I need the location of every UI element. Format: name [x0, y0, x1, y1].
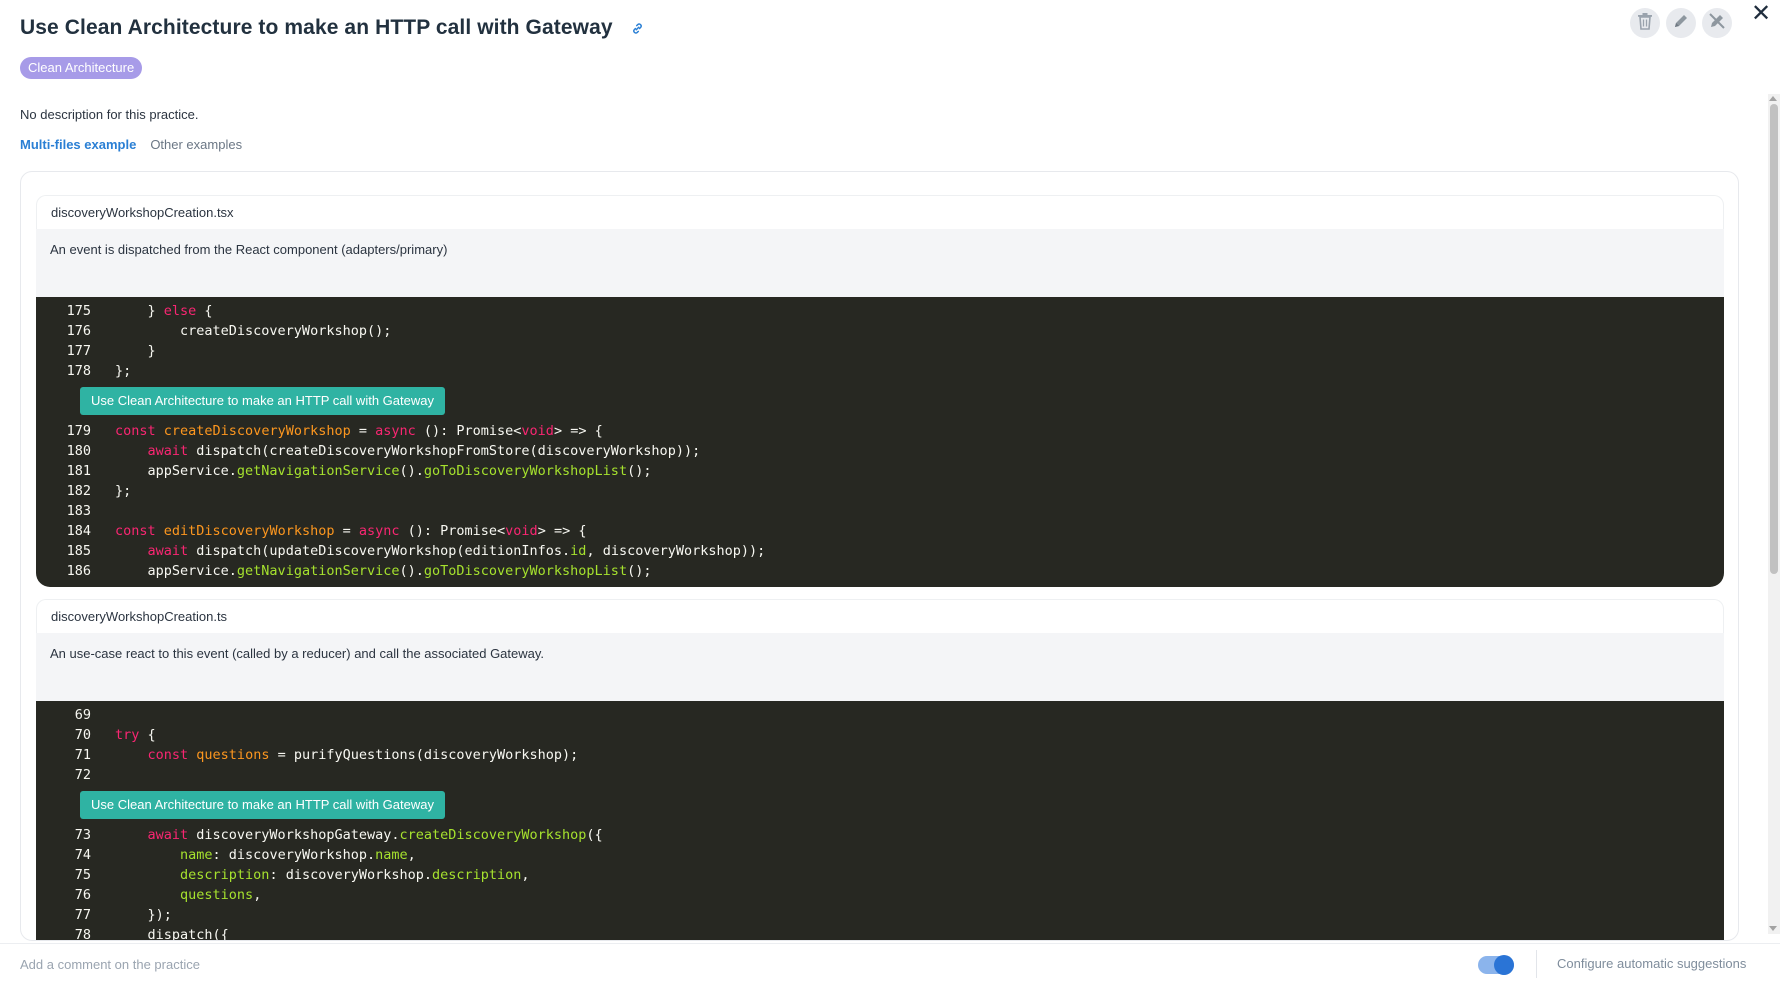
tab-other-examples[interactable]: Other examples	[150, 137, 242, 152]
page-title: Use Clean Architecture to make an HTTP c…	[20, 16, 613, 39]
code-line: 181 appService.getNavigationService().go…	[66, 463, 652, 479]
code-line: 70 try {	[74, 727, 156, 743]
code-line: 76 questions,	[74, 887, 262, 903]
file-block: discoveryWorkshopCreation.ts An use-case…	[36, 599, 1724, 941]
code-line: 179 const createDiscoveryWorkshop = async…	[66, 423, 603, 439]
code-line: 176 createDiscoveryWorkshop();	[66, 323, 392, 339]
code-line: 182};	[66, 483, 132, 499]
code-line: 75 description: discoveryWorkshop.descri…	[74, 867, 530, 883]
code-line: 78 dispatch({	[74, 927, 229, 941]
scroll-down-arrow[interactable]	[1769, 926, 1777, 931]
link-icon[interactable]	[629, 19, 647, 37]
practice-badge[interactable]: Use Clean Architecture to make an HTTP c…	[80, 387, 445, 415]
examples-panel: discoveryWorkshopCreation.tsx An event i…	[20, 171, 1739, 941]
divider	[1536, 950, 1537, 978]
disable-button[interactable]	[1702, 8, 1732, 38]
practice-badge-row: Use Clean Architecture to make an HTTP c…	[36, 381, 1724, 421]
scroll-up-arrow[interactable]	[1769, 96, 1777, 101]
close-icon: ✕	[1750, 0, 1772, 27]
practice-description: No description for this practice.	[20, 107, 199, 122]
comment-input[interactable]	[20, 953, 620, 975]
file-note: An use-case react to this event (called …	[36, 633, 1724, 701]
code-line: 69	[74, 707, 91, 723]
header-actions	[1630, 8, 1732, 38]
code-line: 77 });	[74, 907, 172, 923]
close-button[interactable]: ✕	[1748, 0, 1774, 27]
practice-badge[interactable]: Use Clean Architecture to make an HTTP c…	[80, 791, 445, 819]
pencil-icon	[1672, 12, 1690, 35]
example-tabs: Multi-files example Other examples	[20, 137, 242, 152]
code-line: 72	[74, 767, 91, 783]
file-name: discoveryWorkshopCreation.tsx	[36, 195, 1724, 229]
code-block: 175 } else { 176 createDiscoveryWorkshop…	[36, 297, 1724, 587]
trash-icon	[1637, 12, 1653, 35]
configure-suggestions-link[interactable]: Configure automatic suggestions	[1557, 956, 1746, 971]
code-line: 71 const questions = purifyQuestions(dis…	[74, 747, 579, 763]
category-tag[interactable]: Clean Architecture	[20, 57, 143, 79]
code-line: 184 const editDiscoveryWorkshop = async (…	[66, 523, 587, 539]
code-line: 175 } else {	[66, 303, 213, 319]
scrollbar-thumb[interactable]	[1770, 104, 1778, 574]
code-line: 186 appService.getNavigationService().go…	[66, 563, 652, 579]
code-line: 180 await dispatch(createDiscoveryWorksh…	[66, 443, 701, 459]
code-line: 185 await dispatch(updateDiscoveryWorksh…	[66, 543, 766, 559]
code-line: 178};	[66, 363, 132, 379]
tab-multi-files-example[interactable]: Multi-files example	[20, 137, 136, 152]
file-name: discoveryWorkshopCreation.ts	[36, 599, 1724, 633]
delete-button[interactable]	[1630, 8, 1660, 38]
code-line: 183	[66, 503, 91, 519]
code-block: 69 70 try { 71 const questions = purifyQu…	[36, 701, 1724, 941]
practice-badge-row: Use Clean Architecture to make an HTTP c…	[36, 785, 1724, 825]
file-note: An event is dispatched from the React co…	[36, 229, 1724, 297]
header: Use Clean Architecture to make an HTTP c…	[20, 8, 1740, 48]
code-line: 73 await discoveryWorkshopGateway.create…	[74, 827, 603, 843]
code-line: 74 name: discoveryWorkshop.name,	[74, 847, 416, 863]
toggle-knob	[1494, 955, 1514, 975]
edit-button[interactable]	[1666, 8, 1696, 38]
pencil-off-icon	[1708, 12, 1726, 35]
footer: Configure automatic suggestions	[0, 943, 1780, 983]
code-line: 177 }	[66, 343, 156, 359]
file-block: discoveryWorkshopCreation.tsx An event i…	[36, 195, 1724, 587]
auto-suggestions-toggle[interactable]	[1478, 955, 1514, 975]
